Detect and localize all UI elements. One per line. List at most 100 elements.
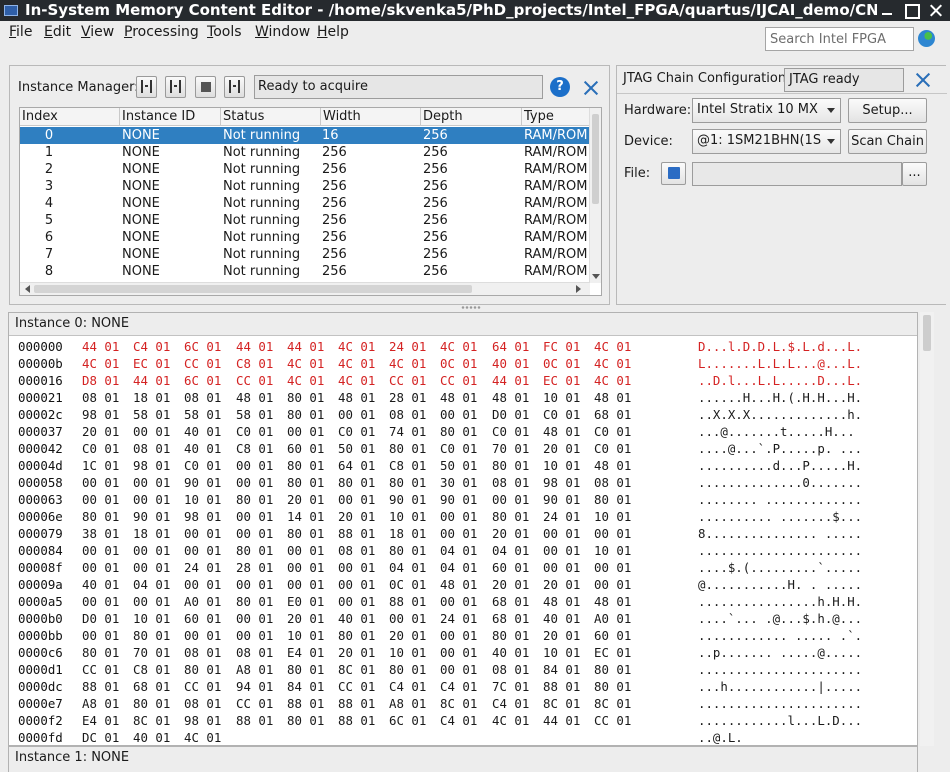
memory-word[interactable]: 4C 01 — [338, 372, 375, 389]
memory-word[interactable]: 84 01 — [543, 661, 580, 678]
memory-word[interactable]: 90 01 — [133, 508, 170, 525]
memory-row[interactable]: 00008f 00 01 00 01 24 01 28 01 00 01 00 01 04 0… — [9, 559, 917, 576]
memory-word[interactable]: 10 01 — [594, 542, 631, 559]
memory-word[interactable]: 1C 01 — [82, 457, 119, 474]
memory-word[interactable]: 68 01 — [594, 406, 631, 423]
memory-word[interactable]: 4C 01 — [594, 338, 631, 355]
memory-word[interactable]: 48 01 — [594, 457, 631, 474]
memory-word[interactable]: 40 01 — [492, 355, 529, 372]
memory-word[interactable]: E4 01 — [287, 644, 324, 661]
memory-word[interactable]: 00 01 — [184, 542, 221, 559]
memory-word[interactable]: 80 01 — [287, 406, 324, 423]
column-header-type[interactable]: Type — [522, 108, 590, 126]
memory-word[interactable]: 20 01 — [492, 525, 529, 542]
memory-word[interactable]: 20 01 — [543, 627, 580, 644]
memory-row[interactable]: 0000f2 E4 01 8C 01 98 01 88 01 80 01 88 01 6C 0… — [9, 712, 917, 729]
memory-row[interactable]: 00009a 40 01 04 01 00 01 00 01 00 01 00 01 0C 0… — [9, 576, 917, 593]
setup-button[interactable]: Setup... — [848, 98, 927, 123]
memory-word[interactable]: 00 01 — [440, 508, 477, 525]
memory-word[interactable]: 58 01 — [236, 406, 273, 423]
memory-ascii[interactable]: ..D.l...L.L.....D...L. — [698, 372, 862, 389]
memory-word[interactable]: 00 01 — [133, 423, 170, 440]
memory-ascii[interactable]: ..X.X.X.............h. — [698, 406, 862, 423]
memory-word[interactable]: CC 01 — [389, 372, 426, 389]
memory-word[interactable]: 80 01 — [287, 457, 324, 474]
memory-word[interactable]: 00 01 — [338, 593, 375, 610]
memory-word[interactable]: 00 01 — [440, 661, 477, 678]
memory-word[interactable]: CC 01 — [184, 355, 221, 372]
memory-word[interactable]: 00 01 — [184, 525, 221, 542]
memory-ascii[interactable]: ..p....... .....@..... — [698, 644, 862, 661]
memory-word[interactable]: 80 01 — [389, 542, 426, 559]
memory-word[interactable]: 20 01 — [492, 576, 529, 593]
window-close-button[interactable] — [928, 3, 943, 18]
memory-word[interactable]: 20 01 — [338, 508, 375, 525]
memory-row[interactable]: 00006e 80 01 90 01 98 01 00 01 14 01 20 01 10 0… — [9, 508, 917, 525]
memory-word[interactable]: D0 01 — [82, 610, 119, 627]
memory-word[interactable]: 20 01 — [389, 627, 426, 644]
memory-word[interactable]: 40 01 — [543, 610, 580, 627]
memory-word[interactable]: 00 01 — [236, 508, 273, 525]
memory-ascii[interactable]: L.......L.L.L...@...L. — [698, 355, 862, 372]
memory-word[interactable]: 38 01 — [82, 525, 119, 542]
memory-row[interactable]: 00000b 4C 01 EC 01 CC 01 C8 01 4C 01 4C 01 4C 0… — [9, 355, 917, 372]
scan-chain-button[interactable]: Scan Chain — [848, 129, 927, 154]
memory-word[interactable]: 0C 01 — [389, 576, 426, 593]
memory-row[interactable]: 000021 08 01 18 01 08 01 48 01 80 01 48 01 28 0… — [9, 389, 917, 406]
memory-ascii[interactable]: ...................... — [698, 542, 862, 559]
memory-word[interactable]: 0C 01 — [440, 355, 477, 372]
memory-word[interactable]: 8C 01 — [133, 712, 170, 729]
memory-word[interactable]: 98 01 — [184, 712, 221, 729]
memory-word[interactable]: CC 01 — [594, 712, 631, 729]
memory-word[interactable]: C0 01 — [594, 440, 631, 457]
memory-word[interactable]: C0 01 — [492, 423, 529, 440]
memory-ascii[interactable]: ....`... .@...$.h.@... — [698, 610, 862, 627]
memory-word[interactable]: CC 01 — [236, 695, 273, 712]
memory-word[interactable]: 70 01 — [133, 644, 170, 661]
memory-word[interactable]: 04 01 — [440, 559, 477, 576]
globe-icon[interactable] — [918, 30, 935, 47]
memory-word[interactable]: 80 01 — [594, 491, 631, 508]
jtag-close-icon[interactable] — [915, 72, 930, 87]
memory-word[interactable]: 14 01 — [287, 508, 324, 525]
memory-word[interactable]: 80 01 — [389, 474, 426, 491]
memory-word[interactable]: 00 01 — [543, 525, 580, 542]
memory-word[interactable]: 40 01 — [133, 729, 170, 745]
memory-word[interactable]: 08 01 — [389, 406, 426, 423]
memory-word[interactable]: 60 01 — [594, 627, 631, 644]
memory-word[interactable]: 00 01 — [236, 610, 273, 627]
table-vertical-scrollbar[interactable] — [589, 108, 601, 283]
memory-word[interactable]: CC 01 — [184, 678, 221, 695]
memory-word[interactable]: FC 01 — [543, 338, 580, 355]
memory-word[interactable]: 10 01 — [184, 491, 221, 508]
memory-word[interactable]: 90 01 — [389, 491, 426, 508]
table-row[interactable]: 3 NONE Not running 256 256 RAM/ROM — [20, 178, 590, 195]
memory-word[interactable]: EC 01 — [543, 372, 580, 389]
memory-word[interactable]: 8C 01 — [594, 695, 631, 712]
memory-word[interactable]: 04 01 — [133, 576, 170, 593]
memory-word[interactable]: 80 01 — [492, 627, 529, 644]
memory-ascii[interactable]: ...h............|..... — [698, 678, 862, 695]
memory-word[interactable]: 4C 01 — [389, 355, 426, 372]
memory-word[interactable]: 24 01 — [184, 559, 221, 576]
table-row[interactable]: 8 NONE Not running 256 256 RAM/ROM — [20, 263, 590, 280]
memory-word[interactable]: E0 01 — [287, 593, 324, 610]
memory-word[interactable]: 98 01 — [82, 406, 119, 423]
memory-word[interactable]: 80 01 — [287, 474, 324, 491]
device-select[interactable]: @1: 1SM21BHN(1S1 — [692, 129, 841, 154]
memory-word[interactable]: 8C 01 — [543, 695, 580, 712]
memory-word[interactable]: 4C 01 — [440, 338, 477, 355]
close-icon[interactable] — [583, 80, 598, 95]
column-header-depth[interactable]: Depth — [421, 108, 522, 126]
memory-word[interactable]: 10 01 — [543, 644, 580, 661]
memory-word[interactable]: 10 01 — [543, 389, 580, 406]
memory-word[interactable]: 20 01 — [543, 576, 580, 593]
memory-word[interactable]: 80 01 — [594, 661, 631, 678]
hardware-select[interactable]: Intel Stratix 10 MX FPGA — [692, 98, 841, 123]
memory-word[interactable]: 18 01 — [133, 389, 170, 406]
memory-word[interactable]: 20 01 — [82, 423, 119, 440]
memory-word[interactable]: 4C 01 — [594, 355, 631, 372]
memory-ascii[interactable]: ...................... — [698, 695, 862, 712]
memory-word[interactable]: C8 01 — [236, 355, 273, 372]
memory-word[interactable]: 48 01 — [492, 389, 529, 406]
